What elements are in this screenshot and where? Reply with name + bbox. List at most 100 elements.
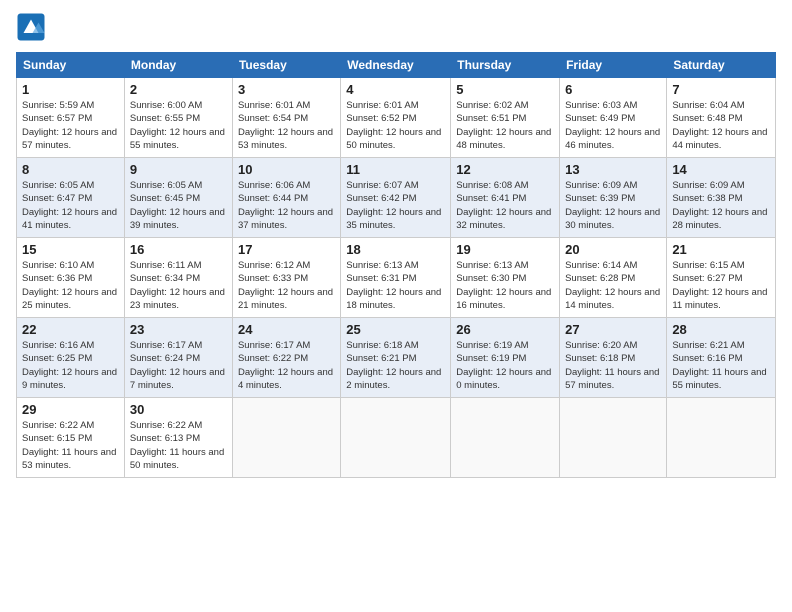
day-number: 2 (130, 82, 227, 97)
day-number: 3 (238, 82, 335, 97)
day-number: 5 (456, 82, 554, 97)
calendar-week-row: 22 Sunrise: 6:16 AMSunset: 6:25 PMDaylig… (17, 318, 776, 398)
day-info: Sunrise: 6:22 AMSunset: 6:15 PMDaylight:… (22, 420, 116, 471)
day-info: Sunrise: 6:17 AMSunset: 6:22 PMDaylight:… (238, 340, 333, 391)
day-info: Sunrise: 6:07 AMSunset: 6:42 PMDaylight:… (346, 180, 441, 231)
day-number: 1 (22, 82, 119, 97)
calendar-day-cell: 10 Sunrise: 6:06 AMSunset: 6:44 PMDaylig… (232, 158, 340, 238)
weekday-header-cell: Friday (560, 53, 667, 78)
day-info: Sunrise: 6:10 AMSunset: 6:36 PMDaylight:… (22, 260, 117, 311)
day-number: 26 (456, 322, 554, 337)
calendar-day-cell: 26 Sunrise: 6:19 AMSunset: 6:19 PMDaylig… (451, 318, 560, 398)
day-info: Sunrise: 6:13 AMSunset: 6:31 PMDaylight:… (346, 260, 441, 311)
calendar-day-cell: 5 Sunrise: 6:02 AMSunset: 6:51 PMDayligh… (451, 78, 560, 158)
calendar-week-row: 15 Sunrise: 6:10 AMSunset: 6:36 PMDaylig… (17, 238, 776, 318)
calendar-day-cell: 4 Sunrise: 6:01 AMSunset: 6:52 PMDayligh… (341, 78, 451, 158)
calendar-day-cell: 24 Sunrise: 6:17 AMSunset: 6:22 PMDaylig… (232, 318, 340, 398)
calendar-day-cell: 28 Sunrise: 6:21 AMSunset: 6:16 PMDaylig… (667, 318, 776, 398)
calendar-day-cell: 8 Sunrise: 6:05 AMSunset: 6:47 PMDayligh… (17, 158, 125, 238)
day-number: 19 (456, 242, 554, 257)
calendar-day-cell: 18 Sunrise: 6:13 AMSunset: 6:31 PMDaylig… (341, 238, 451, 318)
weekday-header-cell: Sunday (17, 53, 125, 78)
calendar-day-cell (560, 398, 667, 478)
day-number: 6 (565, 82, 661, 97)
calendar-week-row: 29 Sunrise: 6:22 AMSunset: 6:15 PMDaylig… (17, 398, 776, 478)
logo-icon (16, 12, 46, 42)
day-info: Sunrise: 6:11 AMSunset: 6:34 PMDaylight:… (130, 260, 225, 311)
calendar-week-row: 8 Sunrise: 6:05 AMSunset: 6:47 PMDayligh… (17, 158, 776, 238)
calendar-day-cell (451, 398, 560, 478)
calendar-day-cell: 21 Sunrise: 6:15 AMSunset: 6:27 PMDaylig… (667, 238, 776, 318)
day-info: Sunrise: 6:20 AMSunset: 6:18 PMDaylight:… (565, 340, 659, 391)
day-number: 30 (130, 402, 227, 417)
day-number: 21 (672, 242, 770, 257)
day-info: Sunrise: 6:22 AMSunset: 6:13 PMDaylight:… (130, 420, 224, 471)
calendar-day-cell: 23 Sunrise: 6:17 AMSunset: 6:24 PMDaylig… (124, 318, 232, 398)
day-number: 18 (346, 242, 445, 257)
day-number: 14 (672, 162, 770, 177)
day-number: 22 (22, 322, 119, 337)
day-info: Sunrise: 6:01 AMSunset: 6:54 PMDaylight:… (238, 100, 333, 151)
day-info: Sunrise: 6:13 AMSunset: 6:30 PMDaylight:… (456, 260, 551, 311)
day-number: 4 (346, 82, 445, 97)
calendar-day-cell: 14 Sunrise: 6:09 AMSunset: 6:38 PMDaylig… (667, 158, 776, 238)
calendar-day-cell (341, 398, 451, 478)
calendar-day-cell: 30 Sunrise: 6:22 AMSunset: 6:13 PMDaylig… (124, 398, 232, 478)
day-number: 28 (672, 322, 770, 337)
day-number: 20 (565, 242, 661, 257)
calendar-day-cell: 13 Sunrise: 6:09 AMSunset: 6:39 PMDaylig… (560, 158, 667, 238)
day-info: Sunrise: 6:15 AMSunset: 6:27 PMDaylight:… (672, 260, 767, 311)
calendar-day-cell (667, 398, 776, 478)
day-number: 7 (672, 82, 770, 97)
day-number: 29 (22, 402, 119, 417)
calendar-day-cell: 2 Sunrise: 6:00 AMSunset: 6:55 PMDayligh… (124, 78, 232, 158)
day-info: Sunrise: 6:02 AMSunset: 6:51 PMDaylight:… (456, 100, 551, 151)
calendar-day-cell: 20 Sunrise: 6:14 AMSunset: 6:28 PMDaylig… (560, 238, 667, 318)
day-info: Sunrise: 6:19 AMSunset: 6:19 PMDaylight:… (456, 340, 551, 391)
day-number: 23 (130, 322, 227, 337)
day-info: Sunrise: 6:05 AMSunset: 6:45 PMDaylight:… (130, 180, 225, 231)
calendar-day-cell: 12 Sunrise: 6:08 AMSunset: 6:41 PMDaylig… (451, 158, 560, 238)
calendar-day-cell: 27 Sunrise: 6:20 AMSunset: 6:18 PMDaylig… (560, 318, 667, 398)
day-info: Sunrise: 6:01 AMSunset: 6:52 PMDaylight:… (346, 100, 441, 151)
calendar-day-cell: 16 Sunrise: 6:11 AMSunset: 6:34 PMDaylig… (124, 238, 232, 318)
day-number: 12 (456, 162, 554, 177)
calendar-day-cell: 11 Sunrise: 6:07 AMSunset: 6:42 PMDaylig… (341, 158, 451, 238)
calendar-day-cell: 7 Sunrise: 6:04 AMSunset: 6:48 PMDayligh… (667, 78, 776, 158)
calendar-day-cell: 6 Sunrise: 6:03 AMSunset: 6:49 PMDayligh… (560, 78, 667, 158)
calendar-day-cell: 17 Sunrise: 6:12 AMSunset: 6:33 PMDaylig… (232, 238, 340, 318)
calendar-day-cell: 1 Sunrise: 5:59 AMSunset: 6:57 PMDayligh… (17, 78, 125, 158)
day-number: 16 (130, 242, 227, 257)
weekday-header-cell: Tuesday (232, 53, 340, 78)
weekday-header-cell: Thursday (451, 53, 560, 78)
calendar-day-cell: 9 Sunrise: 6:05 AMSunset: 6:45 PMDayligh… (124, 158, 232, 238)
day-number: 10 (238, 162, 335, 177)
day-number: 15 (22, 242, 119, 257)
weekday-header-row: SundayMondayTuesdayWednesdayThursdayFrid… (17, 53, 776, 78)
day-info: Sunrise: 6:09 AMSunset: 6:39 PMDaylight:… (565, 180, 660, 231)
day-info: Sunrise: 6:06 AMSunset: 6:44 PMDaylight:… (238, 180, 333, 231)
day-info: Sunrise: 6:05 AMSunset: 6:47 PMDaylight:… (22, 180, 117, 231)
day-info: Sunrise: 6:12 AMSunset: 6:33 PMDaylight:… (238, 260, 333, 311)
day-number: 17 (238, 242, 335, 257)
calendar-day-cell: 25 Sunrise: 6:18 AMSunset: 6:21 PMDaylig… (341, 318, 451, 398)
day-info: Sunrise: 5:59 AMSunset: 6:57 PMDaylight:… (22, 100, 117, 151)
day-info: Sunrise: 6:14 AMSunset: 6:28 PMDaylight:… (565, 260, 660, 311)
calendar-table: SundayMondayTuesdayWednesdayThursdayFrid… (16, 52, 776, 478)
day-info: Sunrise: 6:04 AMSunset: 6:48 PMDaylight:… (672, 100, 767, 151)
day-number: 25 (346, 322, 445, 337)
calendar-day-cell (232, 398, 340, 478)
day-number: 8 (22, 162, 119, 177)
day-info: Sunrise: 6:00 AMSunset: 6:55 PMDaylight:… (130, 100, 225, 151)
calendar-day-cell: 29 Sunrise: 6:22 AMSunset: 6:15 PMDaylig… (17, 398, 125, 478)
calendar-day-cell: 22 Sunrise: 6:16 AMSunset: 6:25 PMDaylig… (17, 318, 125, 398)
weekday-header-cell: Saturday (667, 53, 776, 78)
weekday-header-cell: Wednesday (341, 53, 451, 78)
calendar-day-cell: 19 Sunrise: 6:13 AMSunset: 6:30 PMDaylig… (451, 238, 560, 318)
day-info: Sunrise: 6:16 AMSunset: 6:25 PMDaylight:… (22, 340, 117, 391)
logo (16, 12, 50, 42)
calendar-day-cell: 3 Sunrise: 6:01 AMSunset: 6:54 PMDayligh… (232, 78, 340, 158)
day-number: 27 (565, 322, 661, 337)
weekday-header-cell: Monday (124, 53, 232, 78)
day-info: Sunrise: 6:18 AMSunset: 6:21 PMDaylight:… (346, 340, 441, 391)
